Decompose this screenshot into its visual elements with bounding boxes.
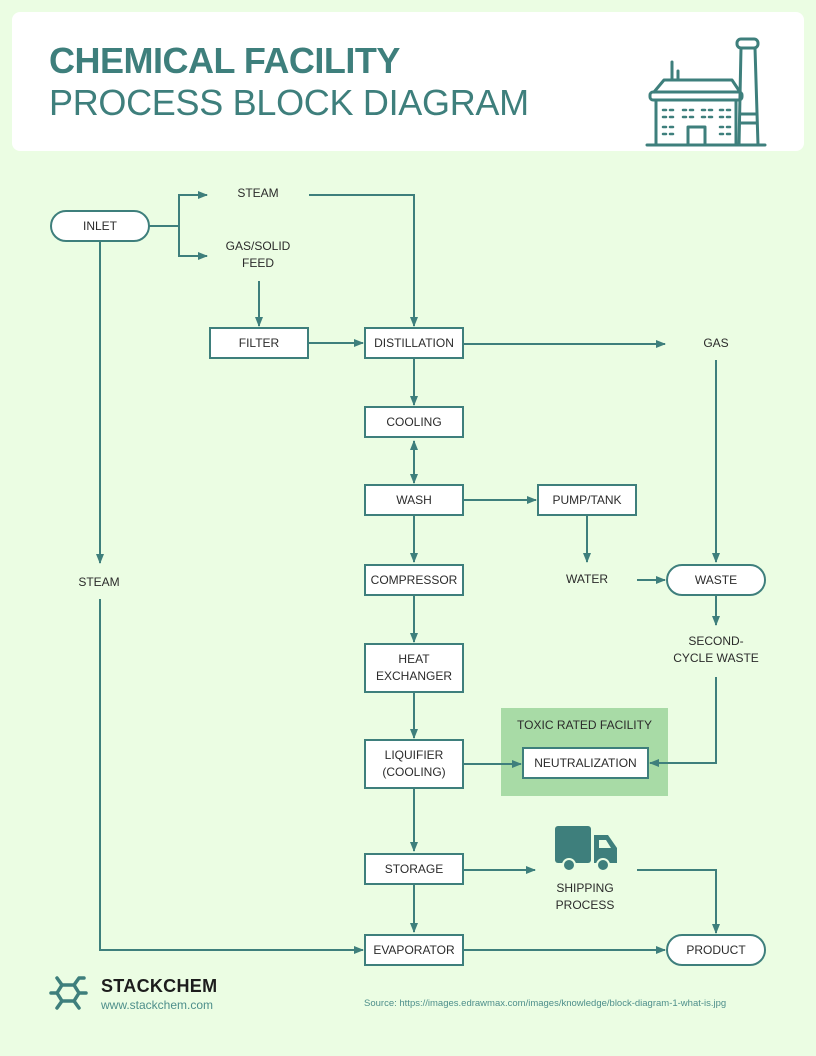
node-heat-exchanger: HEAT EXCHANGER — [364, 643, 464, 693]
source-citation: Source: https://images.edrawmax.com/imag… — [364, 998, 727, 1009]
node-filter: FILTER — [209, 327, 309, 359]
label-steam-left: STEAM — [78, 575, 120, 589]
brand-name: STACKCHEM — [101, 976, 218, 996]
edge-secondcycle-neutralization — [649, 677, 717, 767]
node-evaporator: EVAPORATOR — [364, 934, 464, 966]
label-shipping-process: SHIPPING PROCESS — [556, 880, 615, 914]
edge-steamleft-evaporator — [99, 599, 364, 954]
node-distillation: DISTILLATION — [364, 327, 464, 359]
label-gas-solid-feed: GAS/SOLID FEED — [226, 238, 291, 272]
label-line: HEAT — [398, 652, 430, 666]
label-line: PROCESS — [555, 898, 615, 912]
node-evaporator-label: EVAPORATOR — [373, 942, 455, 957]
node-wash: WASH — [364, 484, 464, 516]
label-line: SHIPPING — [556, 881, 614, 895]
node-neutralization: NEUTRALIZATION — [522, 747, 649, 779]
molecule-icon — [49, 976, 88, 1010]
label-line: LIQUIFIER — [384, 748, 444, 762]
node-inlet: INLET — [50, 210, 150, 242]
label-gas: GAS — [703, 336, 729, 350]
node-cooling-label: COOLING — [386, 414, 442, 429]
truck-icon — [555, 826, 617, 870]
node-liquifier: LIQUIFIER (COOLING) — [364, 739, 464, 789]
node-inlet-label: INLET — [82, 218, 117, 233]
node-waste: WASTE — [666, 564, 766, 596]
node-filter-label: FILTER — [238, 335, 280, 350]
edge-inlet-feed — [178, 226, 208, 260]
label-line: SECOND- — [688, 634, 744, 648]
edge-inlet-steam — [178, 191, 208, 226]
label-second-cycle-waste: SECOND- CYCLE WASTE — [673, 633, 759, 667]
node-compressor-label: COMPRESSOR — [370, 572, 458, 587]
flow-connectors — [96, 191, 720, 954]
node-pump-tank: PUMP/TANK — [537, 484, 637, 516]
node-pump-tank-label: PUMP/TANK — [552, 492, 622, 507]
node-neutralization-label: NEUTRALIZATION — [534, 755, 637, 770]
node-distillation-label: DISTILLATION — [374, 335, 454, 350]
node-waste-label: WASTE — [694, 572, 738, 587]
brand-url-link[interactable]: www.stackchem.com — [101, 998, 213, 1012]
node-product: PRODUCT — [666, 934, 766, 966]
label-line: (COOLING) — [382, 765, 446, 779]
edge-shipping-product — [637, 869, 720, 934]
node-wash-label: WASH — [396, 492, 432, 507]
node-heat-exchanger-label: HEAT EXCHANGER — [376, 651, 452, 685]
label-steam-top: STEAM — [237, 186, 279, 200]
node-compressor: COMPRESSOR — [364, 564, 464, 596]
edge-steam-distillation — [309, 194, 418, 327]
label-line: FEED — [241, 256, 274, 270]
node-storage: STORAGE — [364, 853, 464, 885]
node-storage-label: STORAGE — [384, 861, 444, 876]
label-line: GAS/SOLID — [225, 239, 291, 253]
node-cooling: COOLING — [364, 406, 464, 438]
label-water: WATER — [566, 572, 608, 586]
label-line: CYCLE WASTE — [673, 651, 759, 665]
node-product-label: PRODUCT — [686, 942, 746, 957]
label-line: EXCHANGER — [375, 669, 452, 683]
node-liquifier-label: LIQUIFIER (COOLING) — [382, 747, 445, 781]
